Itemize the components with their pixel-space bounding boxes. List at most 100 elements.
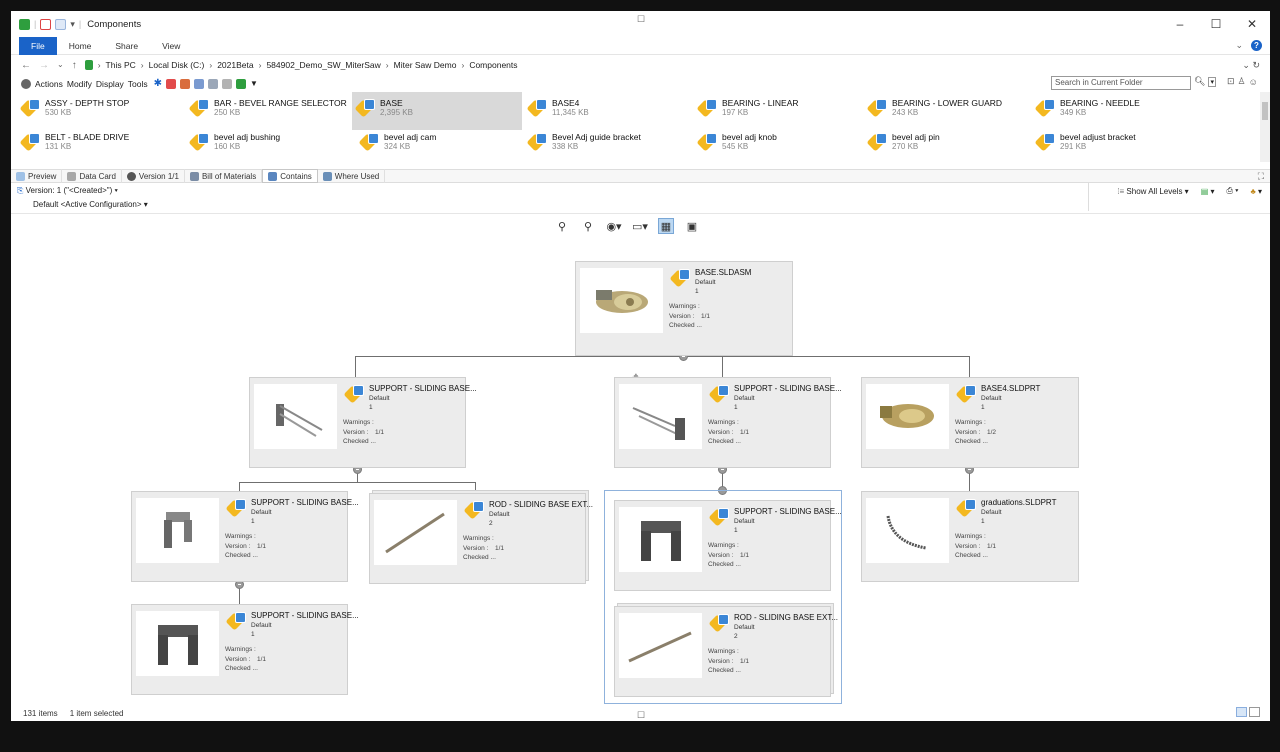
crumb-components[interactable]: Components: [469, 60, 517, 70]
large-icons-view-icon[interactable]: [1249, 707, 1260, 717]
expand-ribbon-icon[interactable]: ⌄: [1235, 40, 1243, 51]
details-view-icon[interactable]: [1236, 707, 1247, 717]
change-state-icon[interactable]: [222, 78, 233, 89]
properties-icon[interactable]: [40, 18, 52, 30]
grid-view-icon[interactable]: ▣: [684, 218, 700, 234]
menu-display[interactable]: Display: [96, 79, 124, 89]
check-out-icon[interactable]: [166, 78, 177, 89]
zoom-out-icon[interactable]: ⚲: [554, 218, 570, 234]
list-item[interactable]: bevel adj knob 545 KB: [694, 130, 864, 162]
tree-node-support-sliding-base[interactable]: SUPPORT - SLIDING BASE... Default 1 Warn…: [614, 377, 842, 468]
crumb-local-disk[interactable]: Local Disk (C:): [149, 60, 205, 70]
toolbar-overflow-icon[interactable]: ▼: [250, 79, 258, 88]
visibility-dropdown-icon[interactable]: ◉▾: [606, 218, 622, 234]
tree-node-rod-sliding-base[interactable]: ROD - SLIDING BASE EXT... Default 2 Warn…: [369, 493, 593, 584]
back-icon[interactable]: ←: [21, 60, 31, 71]
tree-node-rod-sliding-base[interactable]: ROD - SLIDING BASE EXT... Default 2 Warn…: [614, 606, 838, 697]
show-levels-button[interactable]: ⁞≡ Show All Levels ▾: [1117, 187, 1188, 196]
tab-bill-of-materials[interactable]: Bill of Materials: [185, 169, 263, 183]
tree-node-graduations-sldprt[interactable]: graduations.SLDPRT Default 1 Warnings : V…: [861, 491, 1079, 582]
breadcrumb[interactable]: › This PC › Local Disk (C:) › 2021Beta › 58…: [84, 60, 518, 70]
file-name: bevel adjust bracket: [1060, 132, 1136, 142]
tab-view[interactable]: View: [150, 37, 192, 55]
forward-icon[interactable]: →: [39, 60, 49, 71]
options-button[interactable]: ♣ ▾: [1251, 187, 1263, 196]
configuration-selector[interactable]: Default <Active Configuration> ▾: [33, 200, 148, 209]
address-dropdown-icon[interactable]: ⌄: [1242, 60, 1250, 70]
file-list-scrollbar[interactable]: [1260, 92, 1270, 162]
smiley-icon[interactable]: ☺: [1249, 77, 1258, 87]
crumb-2021beta[interactable]: 2021Beta: [217, 60, 253, 70]
menu-tools[interactable]: Tools: [128, 79, 148, 89]
export-button[interactable]: ▤ ▾: [1201, 187, 1215, 196]
close-button[interactable]: ✕: [1234, 11, 1270, 37]
crumb-this-pc[interactable]: This PC: [106, 60, 136, 70]
vault-view-icon[interactable]: [236, 78, 247, 89]
contains-graph-canvas[interactable]: ⚲ ⚲ ◉▾ ▭▾ ▦ ▣ ✥: [11, 213, 1270, 705]
list-item-selected[interactable]: BASE 2,395 KB: [352, 92, 522, 130]
zoom-in-icon[interactable]: ⚲: [580, 218, 596, 234]
tree-node-base4-sldprt[interactable]: BASE4.SLDPRT Default 1 Warnings : Version…: [861, 377, 1079, 468]
pdm-vault-icon[interactable]: [19, 18, 30, 30]
tab-data-card[interactable]: Data Card: [62, 169, 122, 183]
list-item[interactable]: BEARING - NEEDLE 349 KB: [1032, 96, 1202, 128]
pin-icon[interactable]: ✱: [154, 78, 162, 89]
list-item[interactable]: Bevel Adj guide bracket 338 KB: [524, 130, 694, 162]
search-icon[interactable]: 🔍︎: [1194, 76, 1205, 87]
list-item[interactable]: BEARING - LINEAR 197 KB: [694, 96, 864, 128]
tree-node-support-sliding-base[interactable]: SUPPORT - SLIDING BASE... Default 1 Warn…: [131, 604, 359, 695]
search-options-icon[interactable]: ▾: [1208, 76, 1216, 87]
version-selector[interactable]: ⎘ Version: 1 ("<Created>") ▾: [17, 186, 118, 196]
list-item[interactable]: bevel adj pin 270 KB: [864, 130, 1034, 162]
tab-version[interactable]: Version 1/1: [122, 169, 185, 183]
list-item[interactable]: BAR - BEVEL RANGE SELECTOR 250 KB: [186, 96, 356, 128]
recent-dropdown-icon[interactable]: ⌄: [57, 60, 64, 71]
tab-share[interactable]: Share: [103, 37, 150, 55]
tab-home[interactable]: Home: [57, 37, 104, 55]
where-used-icon: [322, 171, 332, 181]
check-in-icon[interactable]: [180, 78, 191, 89]
maximize-button[interactable]: ☐: [1198, 11, 1234, 37]
get-latest-icon[interactable]: [194, 78, 205, 89]
tree-node-base-sldasm[interactable]: BASE.SLDASM Default 1 Warnings : Version …: [575, 261, 793, 356]
list-item[interactable]: bevel adj bushing 160 KB: [186, 130, 356, 162]
tab-contains[interactable]: Contains: [262, 169, 318, 183]
file-size: 197 KB: [722, 108, 749, 117]
list-item[interactable]: bevel adj cam 324 KB: [356, 130, 526, 162]
crumb-demo[interactable]: 584902_Demo_SW_MiterSaw: [266, 60, 380, 70]
search-input[interactable]: Search in Current Folder: [1051, 76, 1191, 90]
tab-preview[interactable]: Preview: [11, 169, 63, 183]
refresh-icon[interactable]: ↻: [1252, 60, 1260, 70]
crumb-miter-saw-demo[interactable]: Miter Saw Demo: [394, 60, 457, 70]
tree-view-icon[interactable]: ▦: [658, 218, 674, 234]
pdm-settings-icon[interactable]: [21, 78, 31, 89]
file-name: Bevel Adj guide bracket: [552, 132, 641, 142]
new-folder-icon[interactable]: [55, 18, 67, 30]
layout-dropdown-icon[interactable]: ▭▾: [632, 218, 648, 234]
minimize-button[interactable]: –: [1162, 11, 1198, 37]
menu-actions[interactable]: Actions: [35, 79, 63, 89]
print-button[interactable]: ⎙ ▾: [1227, 186, 1239, 196]
scrollbar-thumb[interactable]: [1262, 102, 1268, 120]
list-item[interactable]: ASSY - DEPTH STOP 530 KB: [17, 96, 187, 128]
node-name: BASE.SLDASM: [695, 268, 752, 277]
tree-node-support-sliding-base[interactable]: SUPPORT - SLIDING BASE... Default 1 Warn…: [249, 377, 477, 468]
list-item[interactable]: BELT - BLADE DRIVE 131 KB: [17, 130, 187, 162]
list-item[interactable]: BASE4 11,345 KB: [524, 96, 694, 128]
help-icon[interactable]: ?: [1251, 40, 1262, 51]
menu-modify[interactable]: Modify: [67, 79, 92, 89]
expand-panel-icon[interactable]: ⛶: [1258, 171, 1264, 182]
tab-where-used[interactable]: Where Used: [318, 169, 386, 183]
search-tool-icon[interactable]: ⊡: [1227, 76, 1235, 87]
tab-file[interactable]: File: [19, 36, 57, 55]
connector: [239, 482, 240, 491]
list-item[interactable]: BEARING - LOWER GUARD 243 KB: [864, 96, 1034, 128]
tree-node-support-sliding-base[interactable]: SUPPORT - SLIDING BASE... Default 1 Warn…: [614, 500, 842, 591]
list-item[interactable]: bevel adjust bracket 291 KB: [1032, 130, 1202, 162]
user-icon[interactable]: ♙: [1238, 76, 1246, 87]
version-value: 1/1: [257, 542, 267, 550]
qat-dropdown-icon[interactable]: ▾: [70, 19, 75, 30]
tree-node-support-sliding-base[interactable]: SUPPORT - SLIDING BASE... Default 1 Warn…: [131, 491, 359, 582]
up-icon[interactable]: ↑: [72, 60, 77, 71]
copy-tree-icon[interactable]: [208, 78, 219, 89]
